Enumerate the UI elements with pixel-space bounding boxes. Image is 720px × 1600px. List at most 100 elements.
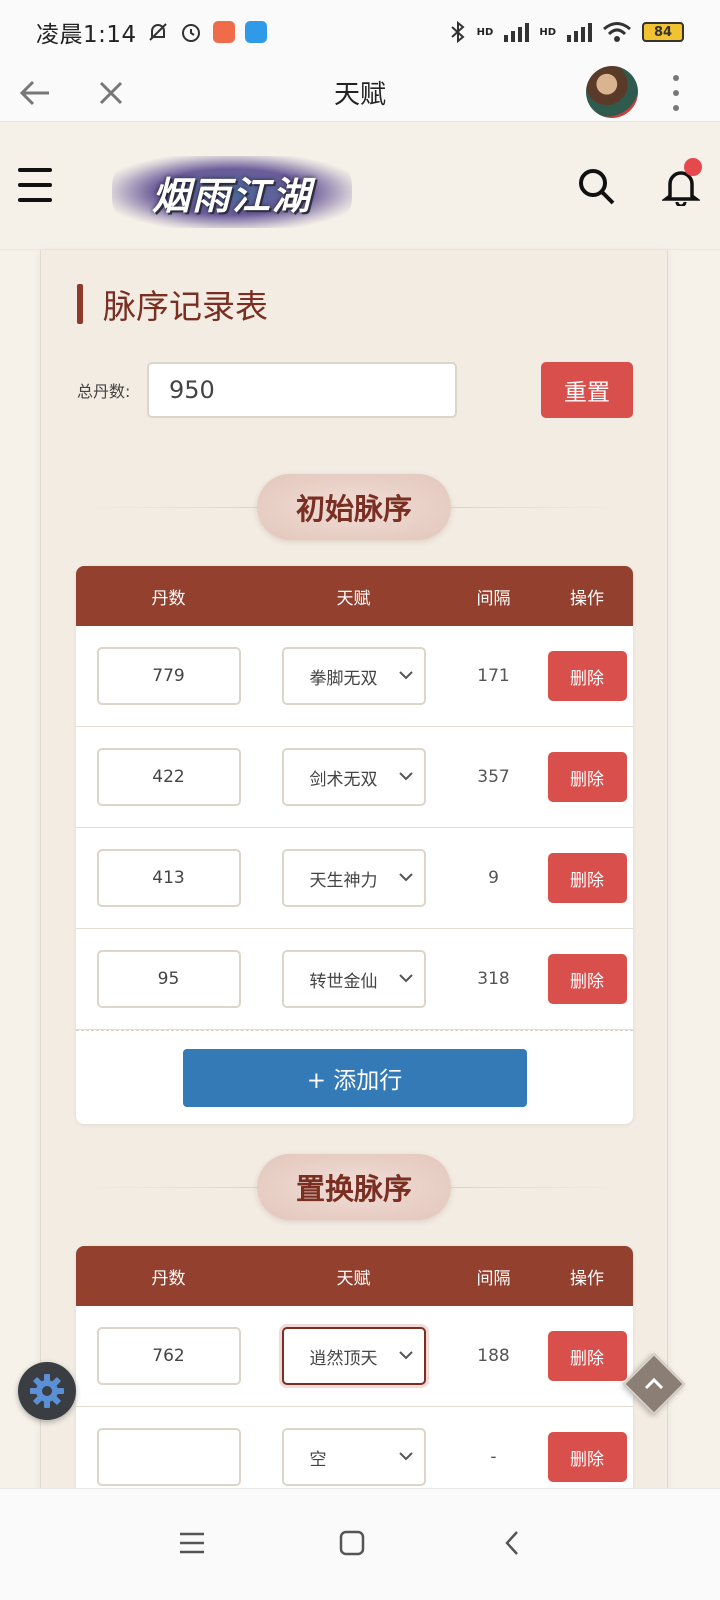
op-cell: 删除 xyxy=(541,954,633,1004)
signal-icon xyxy=(504,23,530,42)
delete-row-button[interactable]: 删除 xyxy=(547,954,627,1004)
gap-value: - xyxy=(490,1447,497,1467)
back-button[interactable] xyxy=(6,64,64,122)
dan-input[interactable] xyxy=(96,1327,241,1385)
header-gap: 间隔 xyxy=(476,588,511,609)
header-gap: 间隔 xyxy=(476,1268,511,1289)
talent-cell: 转世金仙 xyxy=(261,950,446,1008)
table-row: 逍然顶天 188 删除 xyxy=(76,1306,633,1407)
bluetooth-icon xyxy=(450,20,465,44)
gap-value: 9 xyxy=(488,868,499,888)
dan-cell xyxy=(76,950,261,1008)
panel-title: 脉序记录表 xyxy=(77,284,268,326)
status-bar: 凌晨1:14 HD HD 84 xyxy=(0,0,720,64)
add-row-button[interactable]: + 添加行 xyxy=(182,1048,527,1107)
more-menu-button[interactable] xyxy=(666,70,686,116)
chevron-up-icon xyxy=(644,1377,664,1390)
chevron-down-icon xyxy=(398,974,413,983)
add-row-area: + 添加行 xyxy=(76,1030,633,1124)
dan-input[interactable] xyxy=(96,748,241,806)
delete-row-button[interactable]: 删除 xyxy=(547,1331,627,1381)
header-dan: 丹数 xyxy=(151,1268,186,1289)
talent-select[interactable]: 拳脚无双 xyxy=(281,647,426,705)
initial-table: 丹数 天赋 间隔 操作 拳脚无双171删除剑术无双357删除天生神力9删除转世金… xyxy=(76,566,633,1124)
talent-value: 逍然顶天 xyxy=(309,1348,378,1369)
search-icon[interactable] xyxy=(576,166,616,206)
system-nav-bar xyxy=(0,1488,720,1600)
talent-select[interactable]: 天生神力 xyxy=(281,849,426,907)
wifi-icon xyxy=(603,22,631,42)
delete-row-button[interactable]: 删除 xyxy=(547,1432,627,1482)
dan-cell xyxy=(76,849,261,907)
header-op: 操作 xyxy=(570,588,604,609)
op-cell: 删除 xyxy=(541,853,633,903)
gap-cell: 171 xyxy=(446,666,541,686)
op-cell: 删除 xyxy=(541,752,633,802)
site-header: 烟雨江湖 xyxy=(0,122,720,250)
status-right: HD HD 84 xyxy=(449,20,684,44)
talent-value: 转世金仙 xyxy=(309,971,378,992)
recents-button[interactable] xyxy=(162,1513,222,1573)
dan-input[interactable] xyxy=(96,647,241,705)
dan-cell xyxy=(76,748,261,806)
arrow-left-icon xyxy=(19,80,49,105)
total-label: 总丹数: xyxy=(77,382,131,401)
avatar[interactable] xyxy=(586,66,638,118)
talent-value: 天生神力 xyxy=(309,870,378,891)
settings-button[interactable] xyxy=(18,1362,76,1420)
gap-value: 357 xyxy=(477,767,510,787)
back-nav-button[interactable] xyxy=(482,1513,542,1573)
home-button[interactable] xyxy=(322,1513,382,1573)
gap-value: 318 xyxy=(477,969,510,989)
gear-icon xyxy=(30,1374,64,1408)
chevron-down-icon xyxy=(398,1452,413,1461)
delete-row-button[interactable]: 删除 xyxy=(547,651,627,701)
header-talent: 天赋 xyxy=(336,1268,371,1289)
gap-cell: 318 xyxy=(446,969,541,989)
talent-select[interactable]: 转世金仙 xyxy=(281,950,426,1008)
chevron-down-icon xyxy=(398,772,413,781)
hamburger-icon[interactable] xyxy=(18,168,52,202)
section-title-initial: 初始脉序 xyxy=(257,474,451,540)
gap-cell: 357 xyxy=(446,767,541,787)
dan-input[interactable] xyxy=(96,950,241,1008)
dan-input[interactable] xyxy=(96,1428,241,1486)
total-dan-input[interactable] xyxy=(147,362,457,418)
delete-row-button[interactable]: 删除 xyxy=(547,752,627,802)
talent-select[interactable]: 剑术无双 xyxy=(281,748,426,806)
talent-value: 拳脚无双 xyxy=(309,668,378,689)
battery-icon: 84 xyxy=(642,22,684,42)
op-cell: 删除 xyxy=(541,651,633,701)
talent-select[interactable]: 空 xyxy=(281,1428,426,1486)
reset-button[interactable]: 重置 xyxy=(541,362,633,418)
op-cell: 删除 xyxy=(541,1331,633,1381)
dan-cell xyxy=(76,1428,261,1486)
notification-badge xyxy=(684,158,702,176)
talent-select[interactable]: 逍然顶天 xyxy=(281,1327,426,1385)
header-dan: 丹数 xyxy=(151,588,186,609)
status-icons xyxy=(147,20,267,44)
close-button[interactable] xyxy=(82,64,140,122)
dan-input[interactable] xyxy=(96,849,241,907)
table-row: 转世金仙 318 删除 xyxy=(76,929,633,1030)
section-title-replace: 置换脉序 xyxy=(257,1154,451,1220)
gap-value: 171 xyxy=(477,666,510,686)
talent-cell: 逍然顶天 xyxy=(261,1327,446,1385)
table-row: 剑术无双 357 删除 xyxy=(76,727,633,828)
signal-label-1: HD xyxy=(476,26,494,38)
talent-cell: 拳脚无双 xyxy=(261,647,446,705)
talent-cell: 天生神力 xyxy=(261,849,446,907)
status-time: 凌晨1:14 xyxy=(36,22,137,48)
op-cell: 删除 xyxy=(541,1432,633,1482)
talent-cell: 剑术无双 xyxy=(261,748,446,806)
dan-cell xyxy=(76,1327,261,1385)
delete-row-button[interactable]: 删除 xyxy=(547,853,627,903)
table-header: 丹数 天赋 间隔 操作 xyxy=(76,566,633,626)
site-logo[interactable]: 烟雨江湖 xyxy=(112,156,352,228)
chevron-down-icon xyxy=(398,1351,413,1360)
table-header: 丹数 天赋 间隔 操作 xyxy=(76,1246,633,1306)
table-row: 天生神力 9 删除 xyxy=(76,828,633,929)
mute-bell-icon xyxy=(148,23,167,41)
talent-cell: 空 xyxy=(261,1428,446,1486)
menu-lines-icon xyxy=(180,1532,204,1554)
